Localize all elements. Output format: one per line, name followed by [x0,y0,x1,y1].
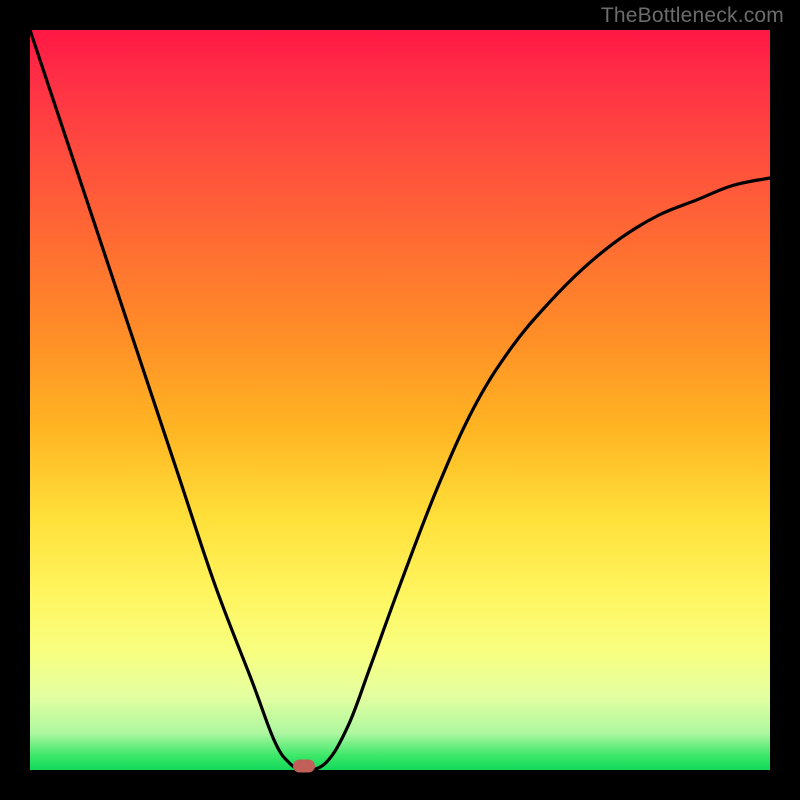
chart-frame: TheBottleneck.com [0,0,800,800]
optimal-point-marker [293,760,315,773]
bottleneck-curve [30,30,770,770]
curve-svg [30,30,770,770]
plot-area [30,30,770,770]
watermark-text: TheBottleneck.com [601,4,784,28]
